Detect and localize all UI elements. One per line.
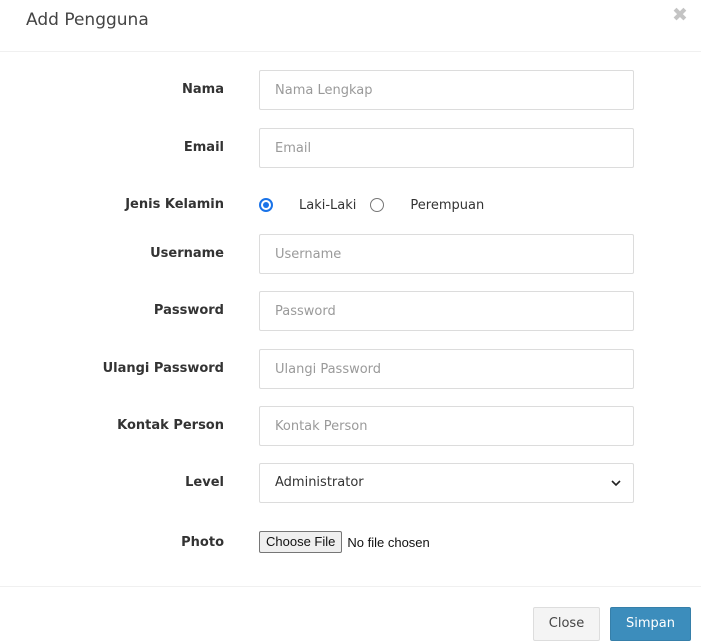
close-x-icon[interactable]: ✖ xyxy=(669,4,691,26)
level-selected-value: Administrator xyxy=(275,475,364,490)
modal-footer: Close Simpan xyxy=(0,586,701,641)
photo-file-input: Choose File No file chosen xyxy=(259,531,430,553)
row-level: Level Administrator xyxy=(0,463,701,503)
email-label: Email xyxy=(183,140,224,155)
radio-laki-laki-label[interactable]: Laki-Laki xyxy=(299,198,356,213)
username-input[interactable] xyxy=(259,234,634,274)
modal-title: Add Pengguna xyxy=(26,10,149,30)
email-input[interactable] xyxy=(259,128,634,168)
chevron-down-icon xyxy=(611,480,621,487)
save-button[interactable]: Simpan xyxy=(610,607,691,641)
gender-radio-group: Laki-Laki Perempuan xyxy=(259,185,484,225)
ulangi-password-input[interactable] xyxy=(259,349,634,389)
row-username: Username xyxy=(0,234,701,274)
jenis-kelamin-label: Jenis Kelamin xyxy=(125,197,224,212)
modal-header: Add Pengguna ✖ xyxy=(0,0,701,52)
row-ulangi-password: Ulangi Password xyxy=(0,349,701,389)
nama-label: Nama xyxy=(182,82,224,97)
level-label: Level xyxy=(185,475,224,490)
kontak-person-input[interactable] xyxy=(259,406,634,446)
close-button[interactable]: Close xyxy=(533,607,600,641)
file-status-text: No file chosen xyxy=(347,534,430,550)
level-select[interactable]: Administrator xyxy=(259,463,634,503)
row-password: Password xyxy=(0,291,701,331)
radio-perempuan-label[interactable]: Perempuan xyxy=(410,198,484,213)
row-jenis-kelamin: Jenis Kelamin Laki-Laki Perempuan xyxy=(0,185,701,225)
row-email: Email xyxy=(0,128,701,168)
radio-perempuan[interactable] xyxy=(370,198,385,212)
row-kontak-person: Kontak Person xyxy=(0,406,701,446)
password-label: Password xyxy=(153,303,224,318)
username-label: Username xyxy=(150,246,224,261)
photo-label: Photo xyxy=(181,535,224,550)
nama-input[interactable] xyxy=(259,70,634,110)
password-input[interactable] xyxy=(259,291,634,331)
radio-laki-laki[interactable] xyxy=(259,198,273,212)
row-nama: Nama xyxy=(0,70,701,110)
kontak-person-label: Kontak Person xyxy=(117,418,224,433)
choose-file-button[interactable]: Choose File xyxy=(259,531,343,553)
row-photo: Photo Choose File No file chosen xyxy=(0,523,701,563)
ulangi-password-label: Ulangi Password xyxy=(102,361,224,376)
